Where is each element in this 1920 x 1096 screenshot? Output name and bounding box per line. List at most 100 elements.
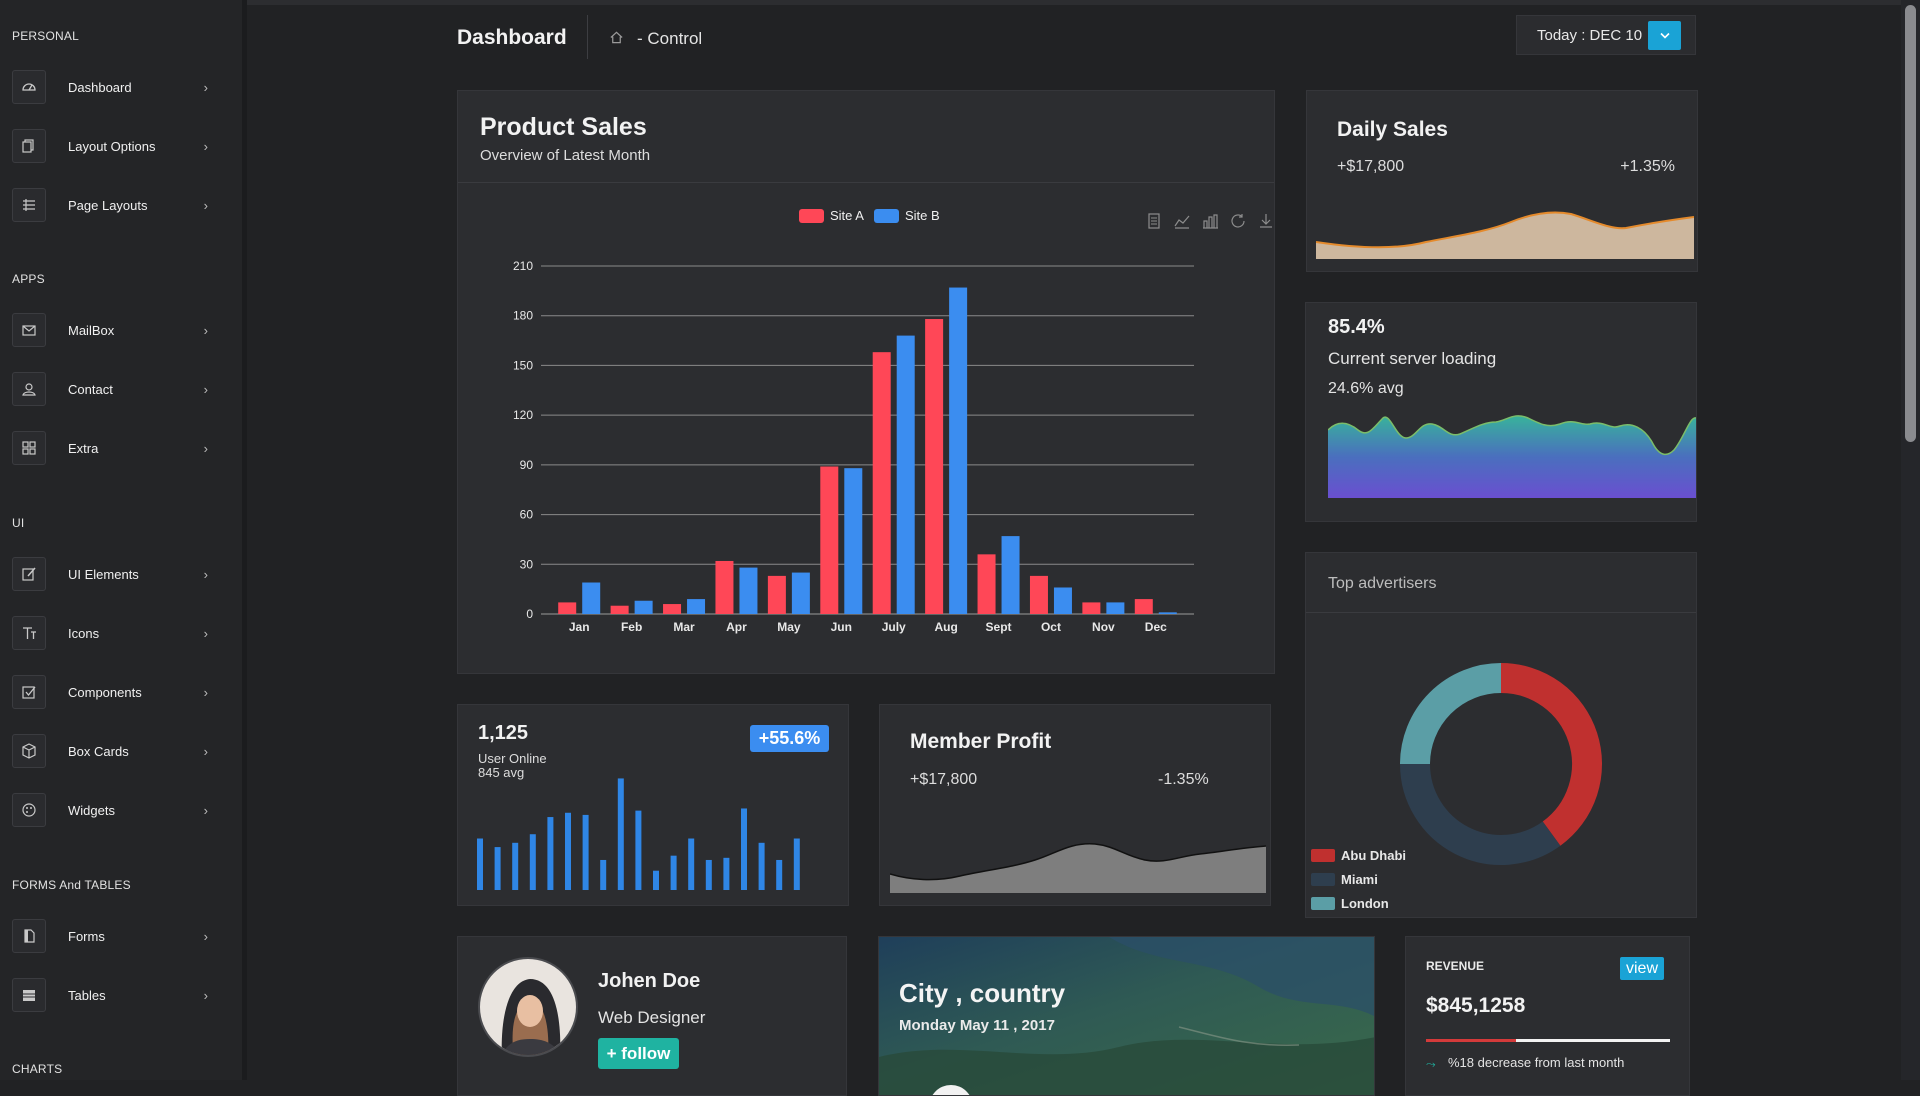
sidebar-item-icons[interactable]: Icons ›: [12, 614, 212, 652]
chevron-right-icon: ›: [203, 684, 208, 700]
user-bar: [670, 855, 677, 890]
chevron-down-icon[interactable]: [1648, 21, 1681, 50]
bar-site-a: [767, 575, 786, 614]
home-icon[interactable]: [609, 30, 624, 50]
users-online-bar-chart: [477, 778, 800, 890]
user-bar: [600, 859, 607, 890]
sidebar-item-tables[interactable]: Tables ›: [12, 976, 212, 1014]
user-bar: [565, 812, 571, 890]
trend-icon: ⤳: [1426, 1057, 1436, 1071]
chevron-right-icon: ›: [203, 987, 208, 1003]
legend-swatch: [1311, 872, 1335, 886]
revenue-label: REVENUE: [1426, 959, 1485, 973]
user-bar: [547, 817, 554, 890]
x-tick-label: Sept: [986, 620, 1012, 634]
x-tick-label: May: [777, 620, 801, 634]
chevron-right-icon: ›: [203, 322, 208, 338]
sidebar-item-components[interactable]: Components ›: [12, 673, 212, 711]
sidebar-item-contact[interactable]: Contact ›: [12, 370, 212, 408]
daily-sales-change: +1.35%: [1620, 158, 1675, 175]
server-percent: 85.4%: [1328, 316, 1385, 338]
sidebar-item-label: MailBox: [68, 322, 115, 338]
x-tick-label: Apr: [726, 620, 747, 634]
donut-slice-london[interactable]: [1400, 663, 1502, 765]
chevron-right-icon: ›: [203, 138, 208, 154]
edit-icon: [12, 557, 46, 591]
profile-name: Johen Doe: [598, 970, 701, 992]
donut-slice-abu-dhabi[interactable]: [1500, 663, 1602, 846]
legend-item[interactable]: London: [1311, 891, 1406, 915]
date-picker[interactable]: Today : DEC 10: [1516, 15, 1696, 55]
sidebar-item-widgets[interactable]: Widgets ›: [12, 791, 212, 829]
sidebar-section-title: PERSONAL: [12, 29, 79, 43]
user-icon: [12, 372, 46, 406]
sidebar-item-label: Components: [68, 684, 142, 700]
server-loading-chart: [1328, 415, 1696, 498]
sidebar-item-layout-options[interactable]: Layout Options ›: [12, 127, 212, 165]
product-sales-chart: 0 30 60 90 120 150 180 210 Jan Feb Mar Apr May Jun Jul…: [513, 259, 1194, 634]
chevron-right-icon: ›: [203, 381, 208, 397]
x-tick-label: Feb: [621, 620, 642, 634]
gauge-icon: [12, 70, 46, 104]
donut-slice-miami[interactable]: [1400, 763, 1561, 865]
top-advertisers-card: Top advertisers Abu Dhabi Miami London: [1305, 552, 1697, 918]
sidebar-item-dashboard[interactable]: Dashboard ›: [12, 68, 212, 106]
daily-sales-amount: +$17,800: [1337, 158, 1405, 175]
sidebar-item-label: Widgets: [68, 802, 115, 818]
revenue-progress-fill: [1426, 1039, 1517, 1042]
daily-sales-card: Daily Sales +$17,800 +1.35%: [1306, 90, 1698, 272]
sidebar-item-forms[interactable]: Forms ›: [12, 917, 212, 955]
legend-item[interactable]: Abu Dhabi: [1311, 843, 1406, 867]
user-bar: [776, 859, 783, 890]
user-bar: [512, 842, 519, 890]
bar-site-a: [715, 560, 734, 614]
user-bar: [529, 834, 536, 890]
user-bar: [688, 838, 695, 890]
bar-site-b: [791, 572, 810, 614]
x-tick-label: Nov: [1092, 620, 1115, 634]
bar-site-b: [1001, 536, 1020, 614]
x-tick-label: Aug: [934, 620, 957, 634]
sidebar-item-box-cards[interactable]: Box Cards ›: [12, 732, 212, 770]
sidebar-section-title: APPS: [12, 272, 45, 286]
profile-role: Web Designer: [598, 1008, 706, 1027]
scrollbar-thumb[interactable]: [1905, 5, 1916, 442]
user-bar: [741, 808, 747, 890]
bar-site-b: [582, 582, 601, 614]
sidebar-item-label: UI Elements: [68, 566, 139, 582]
table-icon: [12, 978, 46, 1012]
sidebar-item-label: Forms: [68, 928, 105, 944]
revenue-view-button[interactable]: view: [1620, 957, 1664, 980]
sidebar-section-title: CHARTS: [12, 1062, 63, 1076]
bar-site-a: [1134, 599, 1153, 614]
bar-site-b: [896, 335, 915, 614]
bar-site-a: [872, 352, 891, 614]
sidebar-item-extra[interactable]: Extra ›: [12, 429, 212, 467]
text-icon: [12, 616, 46, 650]
sidebar-item-label: Dashboard: [68, 79, 132, 95]
sidebar-item-label: Tables: [68, 987, 106, 1003]
breadcrumb[interactable]: - Control: [637, 29, 702, 49]
member-profit-sparkline: [890, 843, 1266, 893]
revenue-progress: [1426, 1039, 1670, 1042]
bar-site-b: [1158, 612, 1177, 614]
sidebar-item-page-layouts[interactable]: Page Layouts ›: [12, 186, 212, 224]
bar-site-b: [1053, 587, 1072, 614]
y-tick-label: 60: [520, 508, 534, 522]
avatar[interactable]: [478, 957, 578, 1057]
city-card: City , country Monday May 11 , 2017: [878, 936, 1375, 1096]
advertisers-legend[interactable]: Abu Dhabi Miami London: [1311, 843, 1406, 915]
chevron-right-icon: ›: [203, 566, 208, 582]
sidebar-item-mailbox[interactable]: MailBox ›: [12, 311, 212, 349]
sidebar-item-ui-elements[interactable]: UI Elements ›: [12, 555, 212, 593]
copy-icon: [12, 129, 46, 163]
legend-swatch: [1311, 896, 1335, 910]
legend-item[interactable]: Miami: [1311, 867, 1406, 891]
checkbox-icon: [12, 675, 46, 709]
x-tick-label: Dec: [1145, 620, 1167, 634]
revenue-card: REVENUE view $845,1258 ⤳ %18 decrease fr…: [1405, 936, 1690, 1096]
server-label: Current server loading: [1328, 349, 1497, 368]
mail-icon: [12, 313, 46, 347]
chevron-right-icon: ›: [203, 197, 208, 213]
follow-button[interactable]: + follow: [598, 1038, 679, 1069]
